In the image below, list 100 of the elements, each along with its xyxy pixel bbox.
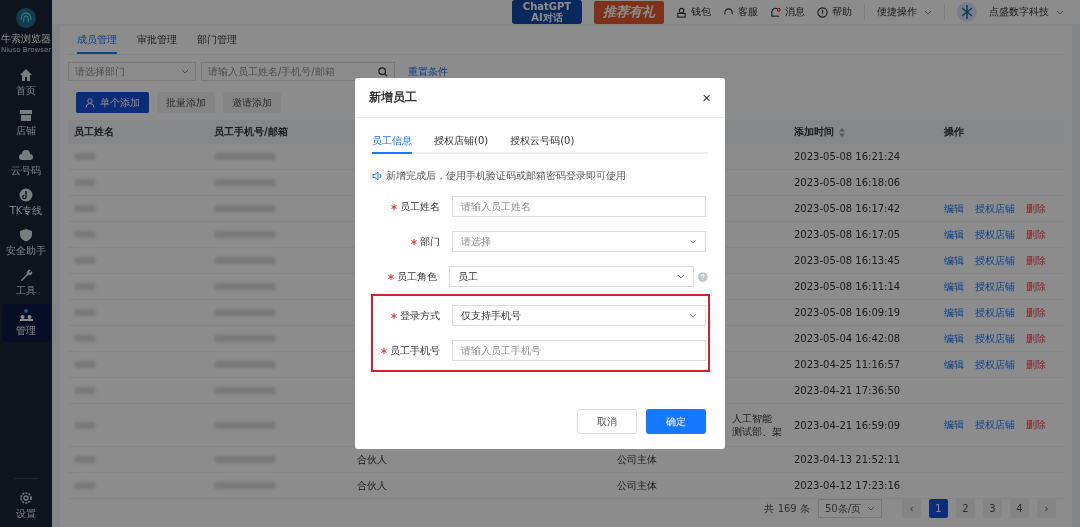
page-size-select[interactable]: 50条/页: [817, 499, 882, 518]
previous-page-button[interactable]: ‹: [902, 499, 921, 518]
top-link[interactable]: 客服: [723, 5, 758, 19]
table-cell: 公司主体: [617, 479, 657, 491]
select-field[interactable]: 仅支持手机号: [452, 305, 706, 326]
row-action-link[interactable]: 授权店铺: [975, 332, 1015, 344]
wrench-icon: [19, 268, 33, 282]
row-action-link[interactable]: 删除: [1026, 332, 1046, 344]
select-field[interactable]: 请选择: [452, 231, 706, 252]
caret-icon: [677, 274, 686, 279]
row-action-link[interactable]: 编辑: [944, 306, 964, 318]
row-action-link[interactable]: 删除: [1026, 306, 1046, 318]
table-cell: 2023-05-08 16:18:06: [794, 177, 901, 188]
field-label: 员工姓名: [400, 199, 440, 214]
table-cell: 2023-04-25 11:16:57: [794, 359, 901, 370]
sidebar-item[interactable]: 云号码: [2, 144, 50, 182]
next-page-button[interactable]: ›: [1037, 499, 1056, 518]
cancel-button[interactable]: 取消: [577, 409, 637, 434]
sidebar-item[interactable]: 首页: [2, 64, 50, 102]
close-button[interactable]: ×: [702, 89, 711, 106]
row-action-link[interactable]: 删除: [1026, 358, 1046, 370]
row-action-link[interactable]: 授权店铺: [975, 306, 1015, 318]
table-cell: 2023-05-08 16:21:24: [794, 151, 901, 162]
notice-text: 新增完成后，使用手机验证码或邮箱密码登录即可使用: [386, 169, 626, 183]
row-action-link[interactable]: 编辑: [944, 358, 964, 370]
sidebar-item[interactable]: TK专线: [2, 184, 50, 222]
fingerprint-logo-icon: [15, 6, 37, 30]
sidebar-item[interactable]: 安全助手: [2, 224, 50, 262]
sidebar-item[interactable]: 管理: [2, 304, 50, 342]
music-note-icon: [19, 188, 33, 202]
tab[interactable]: 成员管理: [77, 30, 117, 54]
page-button[interactable]: 3: [983, 499, 1002, 518]
table-cell: 2023-04-21 17:36:50: [794, 385, 901, 396]
tab[interactable]: 授权店铺(0): [434, 130, 489, 154]
sidebar-item[interactable]: 工具: [2, 264, 50, 302]
page-button[interactable]: 4: [1010, 499, 1029, 518]
sidebar-item[interactable]: 设置: [2, 487, 50, 525]
tab[interactable]: 员工信息: [372, 130, 412, 154]
company-dropdown[interactable]: 点盛数字科技: [989, 5, 1064, 19]
caret-icon: [867, 506, 875, 511]
confirm-button[interactable]: 确定: [646, 409, 706, 434]
row-action-link[interactable]: 编辑: [944, 332, 964, 344]
people-icon: [19, 308, 33, 322]
reset-filters-link[interactable]: 重置条件: [408, 64, 448, 79]
add-button[interactable]: 单个添加: [76, 92, 149, 113]
chatgpt-badge[interactable]: ChatGPT AI对话: [512, 0, 582, 24]
table-cell: 2023-04-21 16:59:09: [794, 419, 901, 431]
user-icon: [676, 6, 687, 18]
row-action-link[interactable]: 编辑: [944, 280, 964, 292]
speaker-icon: [372, 171, 382, 181]
tab[interactable]: 审批管理: [137, 30, 177, 52]
table-cell: 2023-05-08 16:17:42: [794, 203, 901, 214]
select-field[interactable]: 员工: [449, 266, 695, 287]
row-action-link[interactable]: 编辑: [944, 419, 964, 430]
tab[interactable]: 授权云号码(0): [510, 130, 575, 154]
total-count: 共 169 条: [764, 501, 810, 516]
table-cell: 2023-05-08 16:11:14: [794, 281, 901, 292]
row-action-link[interactable]: 授权店铺: [975, 254, 1015, 266]
bell-icon: [770, 6, 781, 18]
row-action-link[interactable]: 删除: [1026, 280, 1046, 292]
quick-actions-dropdown[interactable]: 便捷操作: [877, 5, 932, 19]
add-button[interactable]: 邀请添加: [223, 92, 281, 113]
top-link[interactable]: 消息: [770, 5, 805, 19]
page-button[interactable]: 2: [956, 499, 975, 518]
row-action-link[interactable]: 删除: [1026, 228, 1046, 240]
row-action-link[interactable]: 授权店铺: [975, 202, 1015, 214]
input-field[interactable]: 请输入员工手机号: [452, 340, 706, 361]
avatar-icon[interactable]: [957, 2, 977, 22]
table-cell: 合伙人: [357, 479, 387, 491]
caret-icon: [181, 69, 189, 74]
promo-badge[interactable]: 推荐有礼: [594, 0, 664, 24]
table-cell: 公司主体: [617, 453, 657, 465]
input-field[interactable]: 请输入员工姓名: [452, 196, 706, 217]
caret-icon: [689, 313, 697, 318]
sort-icon[interactable]: [839, 127, 845, 137]
tab[interactable]: 部门管理: [197, 30, 237, 52]
row-action-link[interactable]: 编辑: [944, 228, 964, 240]
row-action-link[interactable]: 授权店铺: [975, 358, 1015, 370]
row-action-link[interactable]: 删除: [1026, 419, 1046, 430]
sidebar-item[interactable]: 店铺: [2, 104, 50, 142]
row-action-link[interactable]: 删除: [1026, 202, 1046, 214]
row-action-link[interactable]: 授权店铺: [975, 228, 1015, 240]
row-action-link[interactable]: 授权店铺: [975, 419, 1015, 430]
top-link[interactable]: 帮助: [817, 5, 852, 19]
row-action-link[interactable]: 编辑: [944, 254, 964, 266]
row-action-link[interactable]: 编辑: [944, 202, 964, 214]
row-action-link[interactable]: 删除: [1026, 254, 1046, 266]
store-icon: [19, 108, 33, 122]
user-icon: [85, 97, 95, 108]
page-button[interactable]: 1: [929, 499, 948, 518]
add-button[interactable]: 批量添加: [157, 92, 215, 113]
top-link[interactable]: 钱包: [676, 5, 711, 19]
help-icon[interactable]: [698, 271, 708, 282]
table-cell: 2023-05-04 16:42:08: [794, 333, 901, 344]
table-cell: 2023-04-13 21:52:11: [794, 454, 901, 465]
row-action-link[interactable]: 授权店铺: [975, 280, 1015, 292]
dialog-title: 新增员工: [369, 89, 417, 106]
field-label: 登录方式: [400, 308, 440, 323]
settings-icon: [19, 491, 33, 505]
cloud-icon: [19, 148, 33, 162]
